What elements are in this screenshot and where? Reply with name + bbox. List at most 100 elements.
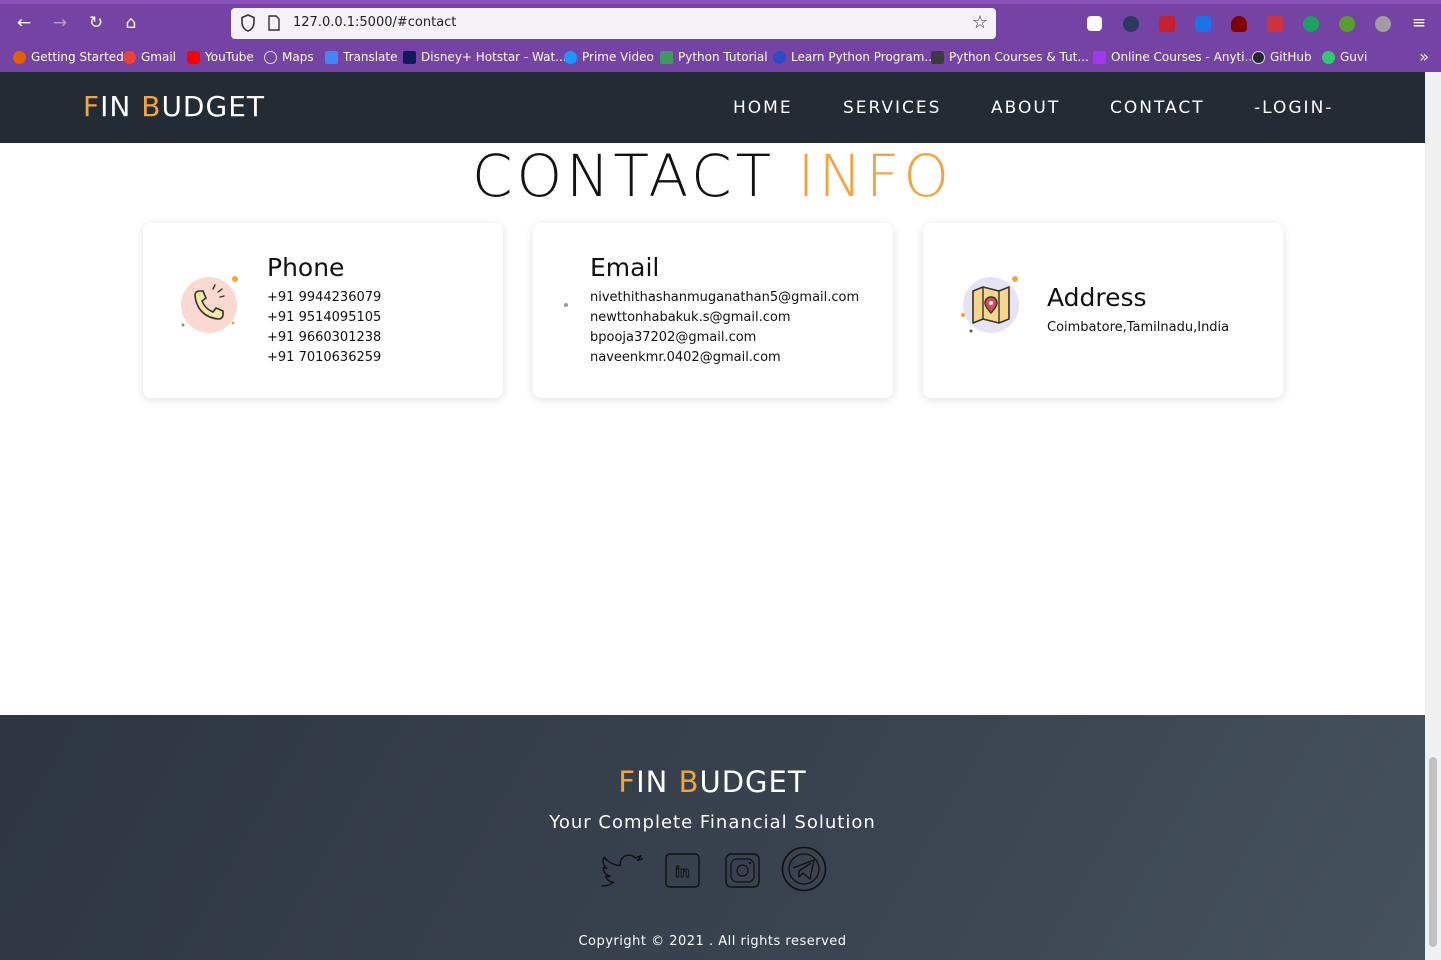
bookmark-favicon-icon (123, 50, 136, 64)
footer-tagline: Your Complete Financial Solution (549, 812, 876, 833)
nav-contact[interactable]: CONTACT (1110, 98, 1205, 118)
bookmark-item[interactable]: Getting Started (13, 50, 124, 64)
bookmark-label: Guvi (1340, 50, 1368, 64)
address-bar[interactable]: 127.0.0.1:5000/#contact ☆ (231, 8, 996, 39)
logo-letter-f: F (83, 90, 101, 123)
bookmark-item[interactable]: Translate (325, 50, 398, 64)
bookmark-item[interactable]: Online Courses - Anyti... (1093, 50, 1256, 64)
bookmark-favicon-icon (325, 50, 338, 64)
bookmark-item[interactable]: GitHub (1252, 50, 1312, 64)
nav-services[interactable]: SERVICES (843, 98, 941, 118)
bookmark-label: Python Courses & Tut... (949, 50, 1089, 64)
bookmark-label: Prime Video (582, 50, 654, 64)
linkedin-icon[interactable]: in (661, 848, 705, 892)
bookmark-item[interactable]: YouTube (187, 50, 254, 64)
home-icon[interactable]: ⌂ (120, 12, 142, 34)
bookmark-favicon-icon (1252, 50, 1265, 64)
bookmark-label: Learn Python Program... (791, 50, 936, 64)
address-card: Address Coimbatore,Tamilnadu,India (923, 223, 1283, 398)
bookmark-favicon-icon (773, 50, 786, 64)
logo-letter-b: B (141, 90, 162, 123)
site-logo[interactable]: FIN BUDGET (83, 90, 265, 123)
bookmark-label: YouTube (205, 50, 254, 64)
bookmark-star-icon[interactable]: ☆ (972, 13, 988, 33)
nav-home[interactable]: HOME (733, 98, 793, 118)
bookmark-label: Getting Started (31, 50, 124, 64)
bookmark-label: GitHub (1270, 50, 1312, 64)
extension-icon-5[interactable] (1303, 16, 1319, 32)
phone-card: Phone +91 9944236079 +91 9514095105 +91 … (143, 223, 503, 398)
phone-number[interactable]: +91 7010636259 (267, 350, 381, 365)
page-info-icon[interactable] (267, 15, 281, 31)
email-address[interactable]: newttonhabakuk.s@gmail.com (590, 310, 790, 325)
bookmark-item[interactable]: Guvi (1322, 50, 1367, 64)
email-heading: Email (590, 253, 660, 282)
ublock-icon[interactable] (1231, 16, 1247, 32)
email-card: Email nivethithashanmuganathan5@gmail.co… (533, 223, 893, 398)
reload-icon[interactable]: ↻ (85, 12, 107, 34)
address-heading: Address (1047, 283, 1147, 312)
bookmark-item[interactable]: Gmail (123, 50, 176, 64)
bookmark-label: Maps (282, 50, 314, 64)
nav-about[interactable]: ABOUT (991, 98, 1060, 118)
bookmark-item[interactable]: Python Tutorial (660, 50, 768, 64)
email-address[interactable]: naveenkmr.0402@gmail.com (590, 350, 781, 365)
site-footer: FIN BUDGET Your Complete Financial Solut… (0, 715, 1425, 960)
address-text: Coimbatore,Tamilnadu,India (1047, 320, 1230, 335)
page-scrollbar[interactable] (1425, 72, 1441, 960)
back-icon[interactable]: ← (13, 12, 35, 34)
scrollbar-thumb[interactable] (1429, 757, 1437, 947)
bookmark-item[interactable]: Disney+ Hotstar - Wat... (403, 50, 567, 64)
bookmark-favicon-icon (660, 50, 673, 64)
bookmark-label: Python Tutorial (678, 50, 768, 64)
bookmark-favicon-icon (403, 50, 416, 64)
bookmark-item[interactable]: Learn Python Program... (773, 50, 936, 64)
bookmark-label: Disney+ Hotstar - Wat... (421, 50, 567, 64)
forward-icon[interactable]: → (49, 12, 71, 34)
instagram-icon[interactable] (721, 848, 765, 892)
bookmark-favicon-icon (264, 50, 277, 64)
logo-text-udget: UDGET (699, 765, 807, 799)
bookmark-favicon-icon (1322, 50, 1335, 64)
site-header: FIN BUDGET HOME SERVICES ABOUT CONTACT -… (0, 72, 1425, 143)
telegram-icon[interactable] (781, 846, 827, 892)
bookmark-favicon-icon (1093, 50, 1106, 64)
title-accent: INFO (797, 142, 953, 210)
extension-icon-2[interactable] (1159, 16, 1175, 32)
shield-icon[interactable] (241, 14, 255, 32)
pocket-icon[interactable] (1087, 16, 1102, 31)
nav-login[interactable]: -LOGIN- (1254, 98, 1333, 118)
twitter-icon[interactable] (600, 848, 644, 892)
extension-icon-4[interactable] (1267, 16, 1283, 32)
url-text[interactable]: 127.0.0.1:5000/#contact (293, 15, 456, 30)
logo-text-in: IN (636, 765, 679, 799)
phone-heading: Phone (267, 253, 345, 282)
email-address[interactable]: bpooja37202@gmail.com (590, 330, 756, 345)
logo-text-udget: UDGET (161, 90, 265, 123)
extension-icon-6[interactable] (1339, 16, 1355, 32)
copyright-text: Copyright © 2021 . All rights reserved (578, 934, 847, 949)
phone-icon (181, 276, 238, 333)
bookmarks-overflow-icon[interactable]: » (1419, 47, 1429, 66)
map-pin-icon (961, 276, 1019, 333)
logo-letter-b: B (678, 765, 700, 799)
email-address[interactable]: nivethithashanmuganathan5@gmail.com (590, 290, 859, 305)
title-main: CONTACT (472, 142, 776, 210)
footer-logo[interactable]: FIN BUDGET (0, 765, 1425, 799)
bookmark-item[interactable]: Python Courses & Tut... (931, 50, 1089, 64)
phone-number[interactable]: +91 9944236079 (267, 290, 381, 305)
phone-number[interactable]: +91 9514095105 (267, 310, 381, 325)
bookmark-favicon-icon (564, 50, 577, 64)
logo-letter-f: F (618, 765, 637, 799)
phone-number[interactable]: +91 9660301238 (267, 330, 381, 345)
logo-text-in: IN (100, 90, 142, 123)
bookmark-item[interactable]: Maps (264, 50, 314, 64)
bookmark-label: Online Courses - Anyti... (1111, 50, 1257, 64)
extension-icon-1[interactable] (1123, 16, 1139, 32)
bookmark-label: Gmail (141, 50, 177, 64)
menu-icon[interactable]: ≡ (1408, 12, 1430, 34)
bookmark-item[interactable]: Prime Video (564, 50, 654, 64)
extension-icon-3[interactable] (1195, 16, 1211, 32)
account-icon[interactable] (1375, 16, 1391, 32)
contact-title: CONTACT INFO (0, 142, 1425, 210)
